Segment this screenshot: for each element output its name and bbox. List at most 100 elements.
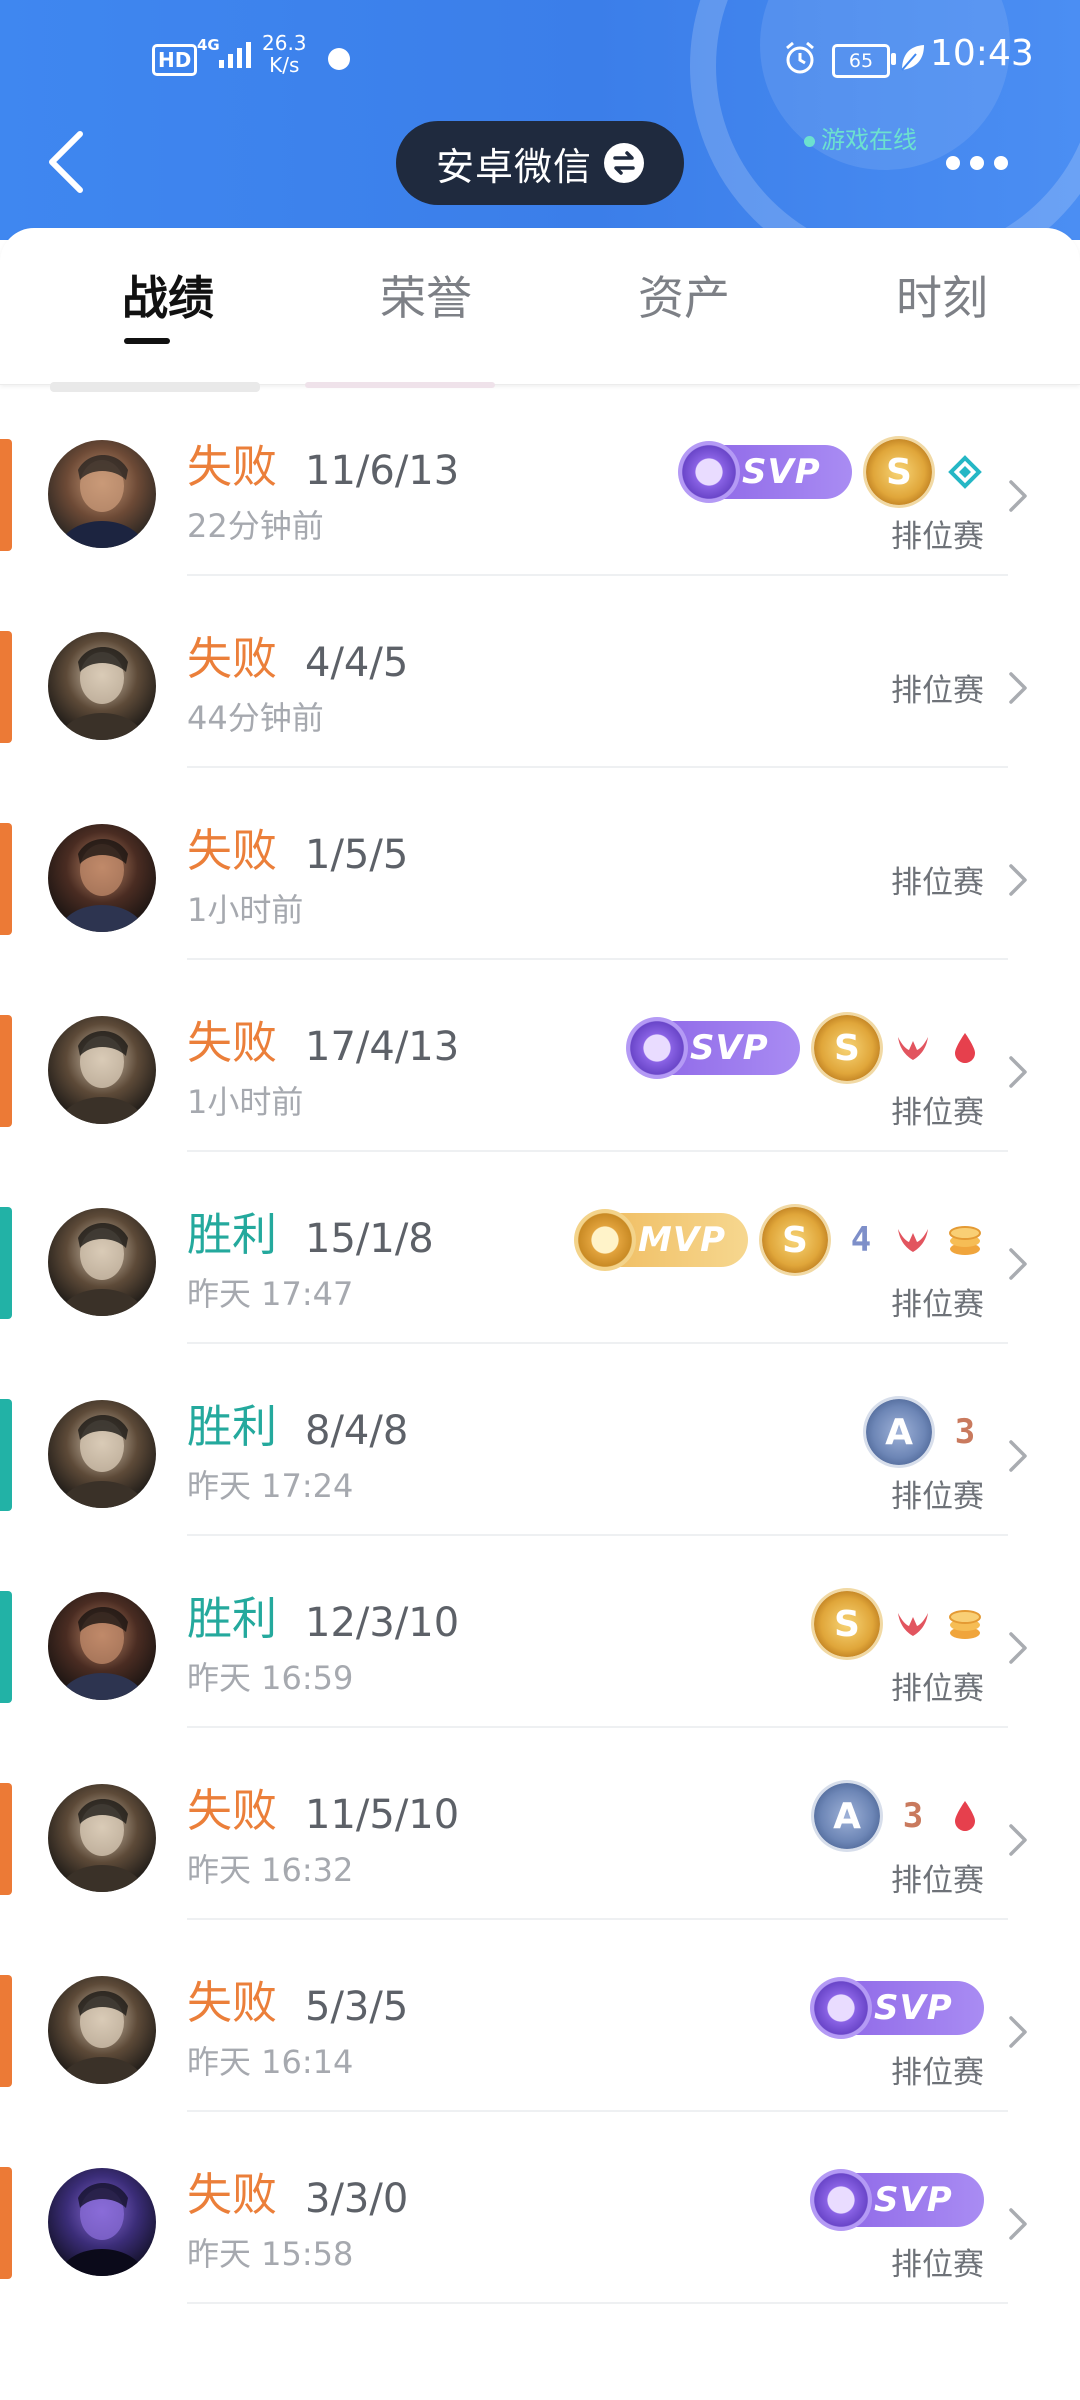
match-mode: 排位赛 xyxy=(891,2055,984,2091)
svp-badge-label: SVP xyxy=(874,2180,953,2220)
match-badges: SVP S xyxy=(626,1015,984,1081)
status-bar: HD 4G 26.3 K/s 65 10:43 xyxy=(0,0,1080,120)
quadra-kill-icon-label: 4 xyxy=(850,1220,872,1260)
match-row[interactable]: 胜利 15/1/8 昨天 17:47 MVP S 4 排位赛 xyxy=(0,1152,1080,1344)
chevron-right-icon xyxy=(1006,476,1030,516)
gold-s-medal: S xyxy=(762,1207,828,1273)
chevron-right-icon xyxy=(1006,1052,1030,1092)
match-row[interactable]: 胜利 12/3/10 昨天 16:59 S 排位赛 xyxy=(0,1536,1080,1728)
match-mode: 排位赛 xyxy=(891,1095,984,1131)
loss-indicator-bar xyxy=(0,1975,12,2087)
match-badges: SVP xyxy=(810,2168,984,2232)
coins-icon xyxy=(946,1605,984,1643)
match-row[interactable]: 失败 1/5/5 1小时前 排位赛 xyxy=(0,768,1080,960)
tab-moments[interactable]: 时刻 xyxy=(852,262,1032,328)
match-kda: 17/4/13 xyxy=(305,1024,460,1070)
svp-badge: SVP xyxy=(678,441,852,503)
match-kda: 5/3/5 xyxy=(305,1984,409,2030)
match-result: 胜利 xyxy=(187,1400,278,1453)
blood-drop-icon xyxy=(946,1029,984,1067)
mvp-badge-label: MVP xyxy=(638,1220,727,1260)
tab-honors[interactable]: 荣誉 xyxy=(336,262,516,328)
match-result: 失败 xyxy=(187,824,278,877)
tab-bar: 战绩 荣誉 资产 时刻 xyxy=(0,228,1080,385)
match-mode: 排位赛 xyxy=(891,2247,984,2283)
hero-avatar xyxy=(48,1016,156,1124)
match-time: 昨天 16:59 xyxy=(187,1659,354,1697)
chevron-right-icon xyxy=(1006,2204,1030,2244)
more-button[interactable] xyxy=(946,148,1016,178)
svp-badge: SVP xyxy=(810,1977,984,2039)
header: HD 4G 26.3 K/s 65 10:43 安卓微信 游戏在线 xyxy=(0,0,1080,240)
win-indicator-bar xyxy=(0,1591,12,1703)
hero-avatar xyxy=(48,1784,156,1892)
match-row[interactable]: 失败 11/6/13 22分钟前 SVP S 排位赛 xyxy=(0,384,1080,576)
tab-assets[interactable]: 资产 xyxy=(594,262,774,328)
win-indicator-bar xyxy=(0,1207,12,1319)
match-mode: 排位赛 xyxy=(891,519,984,555)
svp-badge-label: SVP xyxy=(874,1988,953,2028)
match-time: 昨天 16:14 xyxy=(187,2043,354,2081)
match-mode: 排位赛 xyxy=(891,1671,984,1707)
match-time: 昨天 16:32 xyxy=(187,1851,354,1889)
gold-s-medal: S xyxy=(814,1015,880,1081)
svp-gem-icon xyxy=(810,1977,872,2039)
match-result: 胜利 xyxy=(187,1208,278,1261)
match-result: 失败 xyxy=(187,440,278,493)
match-badges: MVP S 4 xyxy=(574,1207,984,1273)
triple-kill-icon: 3 xyxy=(894,1796,932,1836)
triple-kill-icon-label: 3 xyxy=(954,1412,976,1452)
svp-badge-label: SVP xyxy=(742,452,821,492)
svp-gem-icon xyxy=(678,441,740,503)
match-result: 失败 xyxy=(187,632,278,685)
online-status: 游戏在线 xyxy=(804,120,917,155)
diamond-icon xyxy=(946,453,984,491)
battery-level: 65 xyxy=(832,44,890,78)
account-name: 安卓微信 xyxy=(435,144,592,189)
hero-avatar xyxy=(48,1976,156,2084)
match-kda: 1/5/5 xyxy=(305,832,409,878)
chevron-right-icon xyxy=(1006,1820,1030,1860)
match-mode: 排位赛 xyxy=(891,1863,984,1899)
match-time: 昨天 17:47 xyxy=(187,1275,354,1313)
svp-gem-icon xyxy=(626,1017,688,1079)
match-badges: A3 xyxy=(814,1783,984,1849)
row-divider xyxy=(187,2302,1008,2304)
chevron-right-icon xyxy=(1006,1628,1030,1668)
match-result: 失败 xyxy=(187,1976,278,2029)
quadra-kill-icon: 4 xyxy=(842,1220,880,1260)
network-type: 4G xyxy=(197,36,220,54)
match-time: 1小时前 xyxy=(187,891,304,929)
hero-avatar xyxy=(48,824,156,932)
match-badges: A3 xyxy=(866,1399,984,1465)
loss-indicator-bar xyxy=(0,1015,12,1127)
match-mode: 排位赛 xyxy=(891,1287,984,1323)
loss-indicator-bar xyxy=(0,2167,12,2279)
coins-icon xyxy=(946,1221,984,1259)
hero-avatar xyxy=(48,1208,156,1316)
loss-indicator-bar xyxy=(0,631,12,743)
match-kda: 11/6/13 xyxy=(305,448,460,494)
account-switch-button[interactable]: 安卓微信 xyxy=(396,121,684,205)
match-row[interactable]: 失败 4/4/5 44分钟前 排位赛 xyxy=(0,576,1080,768)
chevron-left-icon xyxy=(49,131,83,193)
mvp-gem-icon xyxy=(574,1209,636,1271)
more-dot-icon xyxy=(994,156,1008,170)
tab-records[interactable]: 战绩 xyxy=(78,262,258,328)
match-kda: 11/5/10 xyxy=(305,1792,460,1838)
back-button[interactable] xyxy=(40,120,100,200)
match-row[interactable]: 失败 11/5/10 昨天 16:32 A 3 排位赛 xyxy=(0,1728,1080,1920)
silver-a-medal: A xyxy=(866,1399,932,1465)
match-row[interactable]: 失败 17/4/13 1小时前 SVP S 排位赛 xyxy=(0,960,1080,1152)
chevron-right-icon xyxy=(1006,668,1030,708)
more-dot-icon xyxy=(946,156,960,170)
match-time: 昨天 15:58 xyxy=(187,2235,354,2273)
match-row[interactable]: 胜利 8/4/8 昨天 17:24 A 3 排位赛 xyxy=(0,1344,1080,1536)
network-speed: 26.3 K/s xyxy=(262,32,307,76)
match-row[interactable]: 失败 3/3/0 昨天 15:58 SVP 排位赛 xyxy=(0,2112,1080,2304)
match-mode: 排位赛 xyxy=(891,865,984,901)
notification-dot-icon xyxy=(328,48,350,70)
gold-s-medal: S xyxy=(814,1591,880,1657)
chevron-right-icon xyxy=(1006,2012,1030,2052)
match-row[interactable]: 失败 5/3/5 昨天 16:14 SVP 排位赛 xyxy=(0,1920,1080,2112)
